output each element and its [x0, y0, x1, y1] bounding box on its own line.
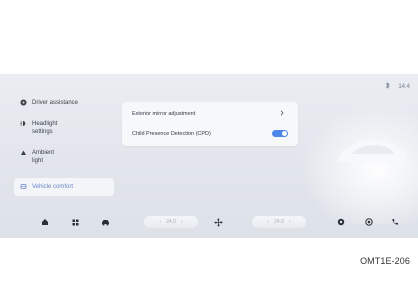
- fan-icon[interactable]: [213, 217, 223, 227]
- car-icon[interactable]: [100, 217, 110, 227]
- sidebar-item-ambient-light[interactable]: Ambient light: [14, 144, 114, 170]
- headlight-icon: [20, 120, 27, 127]
- settings-sidebar: Driver assistance Headlight settings Amb…: [14, 94, 114, 198]
- sidebar-item-label: Headlight settings: [32, 121, 58, 135]
- plus-icon[interactable]: ›: [181, 219, 183, 225]
- right-temperature-value: 24.0: [274, 219, 284, 225]
- phone-icon[interactable]: [390, 217, 400, 227]
- bluetooth-icon: [385, 82, 390, 91]
- sidebar-item-headlight-settings[interactable]: Headlight settings: [14, 115, 114, 141]
- sidebar-item-driver-assistance[interactable]: Driver assistance: [14, 94, 114, 112]
- minus-icon[interactable]: ‹: [267, 219, 269, 225]
- sidebar-item-vehicle-comfort[interactable]: Vehicle comfort: [14, 178, 114, 196]
- plus-icon[interactable]: ›: [289, 219, 291, 225]
- status-bar: 14:4: [385, 82, 410, 91]
- settings-panel: Exterior mirror adjustment Child Presenc…: [122, 102, 298, 146]
- apps-grid-icon[interactable]: [70, 217, 80, 227]
- infotainment-screen: 14:4 Driver assistance Headlight setting…: [0, 74, 418, 238]
- cpd-toggle[interactable]: [272, 130, 288, 137]
- seat-icon: [20, 183, 27, 190]
- home-icon[interactable]: [40, 217, 50, 227]
- vehicle-illustration: [336, 139, 407, 162]
- minus-icon[interactable]: ‹: [159, 219, 161, 225]
- sidebar-item-label: Driver assistance: [32, 100, 79, 106]
- ambient-light-icon: [20, 149, 27, 156]
- chevron-right-icon: [280, 110, 284, 118]
- child-presence-detection-row: Child Presence Detection (CPD): [122, 124, 298, 144]
- figure-code: OMT1E-206: [360, 256, 410, 266]
- sidebar-item-label: Ambient light: [32, 150, 55, 164]
- exterior-mirror-adjustment-row[interactable]: Exterior mirror adjustment: [122, 104, 298, 124]
- steering-wheel-icon: [20, 99, 27, 106]
- row-label: Child Presence Detection (CPD): [132, 131, 211, 137]
- bottom-dock: ‹ 24.0 › ‹ 24.0 ›: [14, 211, 414, 233]
- row-label: Exterior mirror adjustment: [132, 111, 196, 117]
- left-temperature-value: 24.0: [166, 219, 176, 225]
- sidebar-item-label: Vehicle comfort: [32, 184, 74, 190]
- media-icon[interactable]: [364, 217, 374, 227]
- left-temperature-control[interactable]: ‹ 24.0 ›: [144, 216, 198, 228]
- right-temperature-control[interactable]: ‹ 24.0 ›: [252, 216, 306, 228]
- settings-icon[interactable]: [336, 217, 346, 227]
- clock: 14:4: [398, 83, 410, 90]
